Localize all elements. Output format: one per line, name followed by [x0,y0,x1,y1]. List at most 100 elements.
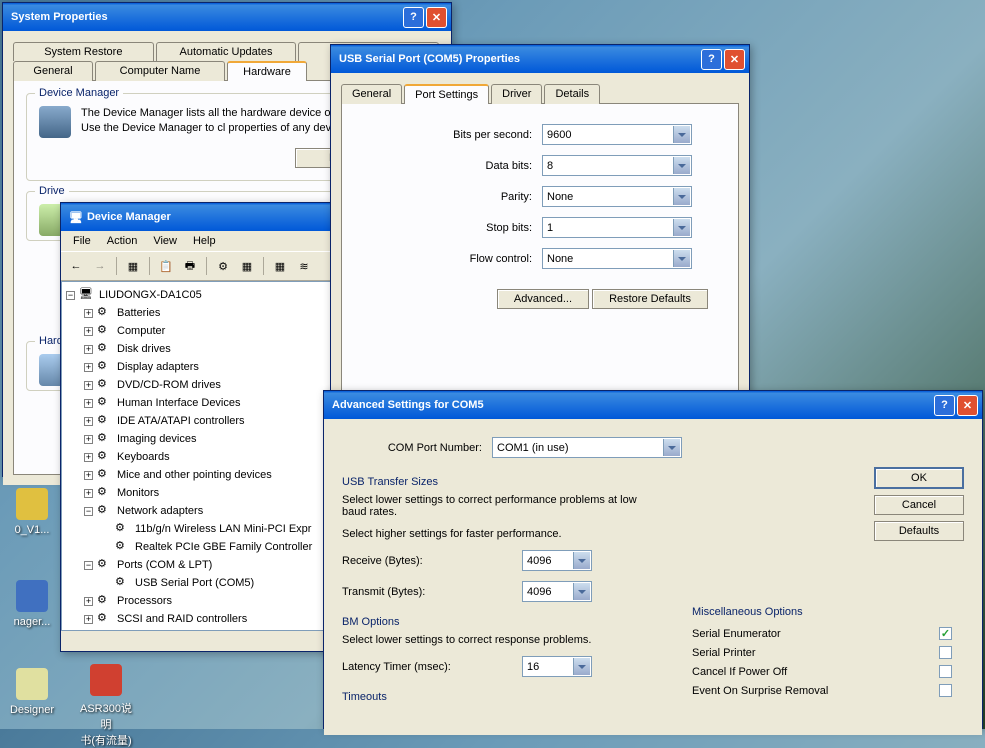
tree-item[interactable]: −⚙Ports (COM & LPT) [66,556,334,574]
help-button[interactable]: ? [701,49,722,70]
databits-select[interactable]: 8 [542,155,692,176]
titlebar[interactable]: System Properties ? ✕ [3,3,451,31]
tree-item[interactable]: +⚙Processors [66,592,334,610]
expand-icon[interactable]: + [84,453,93,462]
stopbits-label: Stop bits: [372,222,532,234]
expand-icon[interactable]: + [84,363,93,372]
defaults-button[interactable]: Defaults [874,521,964,541]
flowcontrol-select[interactable]: None [542,248,692,269]
expand-icon[interactable]: + [84,327,93,336]
receive-select[interactable]: 4096 [522,550,592,571]
help-button[interactable]: ? [934,395,955,416]
collapse-icon[interactable]: − [84,507,93,516]
tree-item[interactable]: +⚙Mice and other pointing devices [66,466,334,484]
tab-details[interactable]: Details [544,84,600,104]
forward-button[interactable]: → [89,255,111,277]
window-title: System Properties [11,11,403,23]
tree-item[interactable]: +⚙IDE ATA/ATAPI controllers [66,412,334,430]
close-button[interactable]: ✕ [724,49,745,70]
expand-icon[interactable]: + [84,435,93,444]
titlebar[interactable]: Advanced Settings for COM5 ? ✕ [324,391,982,419]
print-button[interactable]: 🖶 [179,255,201,277]
tree-item[interactable]: +⚙Disk drives [66,340,334,358]
titlebar[interactable]: USB Serial Port (COM5) Properties ? ✕ [331,45,749,73]
checkbox[interactable] [939,646,952,659]
window-title: Device Manager [87,211,335,223]
tab-computer-name[interactable]: Computer Name [95,61,225,81]
help-button[interactable]: ? [403,7,424,28]
expand-icon[interactable]: + [84,399,93,408]
expand-icon[interactable]: + [84,615,93,624]
checkbox[interactable] [939,627,952,640]
device-tree[interactable]: − 🖥 LIUDONGX-DA1C05 +⚙Batteries+⚙Compute… [61,281,339,631]
tree-item[interactable]: ⚙11b/g/n Wireless LAN Mini-PCI Expr [66,520,334,538]
menu-action[interactable]: Action [99,233,146,249]
misc-option-row: Serial Enumerator [692,624,952,643]
expand-icon[interactable]: + [84,597,93,606]
tree-item[interactable]: +⚙Human Interface Devices [66,394,334,412]
tree-item[interactable]: +⚙Display adapters [66,358,334,376]
comport-select[interactable]: COM1 (in use) [492,437,682,458]
tree-item[interactable]: +⚙Keyboards [66,448,334,466]
collapse-icon[interactable]: − [66,291,75,300]
uninstall-button[interactable]: ▦ [269,255,291,277]
menu-file[interactable]: File [65,233,99,249]
expand-icon[interactable]: + [84,417,93,426]
tree-root[interactable]: − 🖥 LIUDONGX-DA1C05 [66,286,334,304]
tab-driver[interactable]: Driver [491,84,542,104]
tab-general[interactable]: General [341,84,402,104]
checkbox[interactable] [939,665,952,678]
stopbits-select[interactable]: 1 [542,217,692,238]
tab-port-settings[interactable]: Port Settings [404,84,489,104]
tab-automatic-updates[interactable]: Automatic Updates [156,42,297,61]
checkbox[interactable] [939,684,952,697]
update-button[interactable]: ▦ [236,255,258,277]
tree-item[interactable]: +⚙Monitors [66,484,334,502]
ok-button[interactable]: OK [874,467,964,489]
bps-select[interactable]: 9600 [542,124,692,145]
restore-defaults-button[interactable]: Restore Defaults [592,289,708,309]
advanced-button[interactable]: Advanced... [497,289,589,309]
view-button[interactable]: ▦ [122,255,144,277]
window-title: USB Serial Port (COM5) Properties [339,53,701,65]
desktop-icon[interactable]: nager... [2,580,62,628]
expand-icon[interactable]: + [84,381,93,390]
menu-view[interactable]: View [145,233,185,249]
transmit-select[interactable]: 4096 [522,581,592,602]
tree-item[interactable]: +⚙SIMATIC NET [66,628,334,631]
desktop-icon[interactable]: 0_V1... [2,488,62,536]
tree-item[interactable]: +⚙Computer [66,322,334,340]
tab-general[interactable]: General [13,61,93,81]
tree-item[interactable]: +⚙DVD/CD-ROM drives [66,376,334,394]
tree-item[interactable]: +⚙Imaging devices [66,430,334,448]
chevron-down-icon [673,188,690,205]
tab-hardware[interactable]: Hardware [227,61,307,81]
tree-item[interactable]: ⚙USB Serial Port (COM5) [66,574,334,592]
device-icon: ⚙ [97,341,113,357]
expand-icon[interactable]: + [84,309,93,318]
close-button[interactable]: ✕ [957,395,978,416]
tree-item[interactable]: +⚙SCSI and RAID controllers [66,610,334,628]
desktop-icon[interactable]: Designer [2,668,62,716]
close-button[interactable]: ✕ [426,7,447,28]
tree-item[interactable]: −⚙Network adapters [66,502,334,520]
expand-icon[interactable]: + [84,489,93,498]
menu-help[interactable]: Help [185,233,224,249]
expand-icon[interactable]: + [84,471,93,480]
bm-title: BM Options [342,616,652,628]
properties-button[interactable]: 📋 [155,255,177,277]
collapse-icon[interactable]: − [84,561,93,570]
titlebar[interactable]: 🖥 Device Manager [61,203,339,231]
desktop-icon[interactable]: ASR300说明 书(有流量) [76,664,136,748]
disable-button[interactable]: ≋ [293,255,315,277]
parity-select[interactable]: None [542,186,692,207]
latency-select[interactable]: 16 [522,656,592,677]
cancel-button[interactable]: Cancel [874,495,964,515]
tree-item[interactable]: +⚙Batteries [66,304,334,322]
scan-button[interactable]: ⚙ [212,255,234,277]
device-icon: ⚙ [97,431,113,447]
expand-icon[interactable]: + [84,345,93,354]
tree-item[interactable]: ⚙Realtek PCIe GBE Family Controller [66,538,334,556]
tab-system-restore[interactable]: System Restore [13,42,154,61]
back-button[interactable]: ← [65,255,87,277]
